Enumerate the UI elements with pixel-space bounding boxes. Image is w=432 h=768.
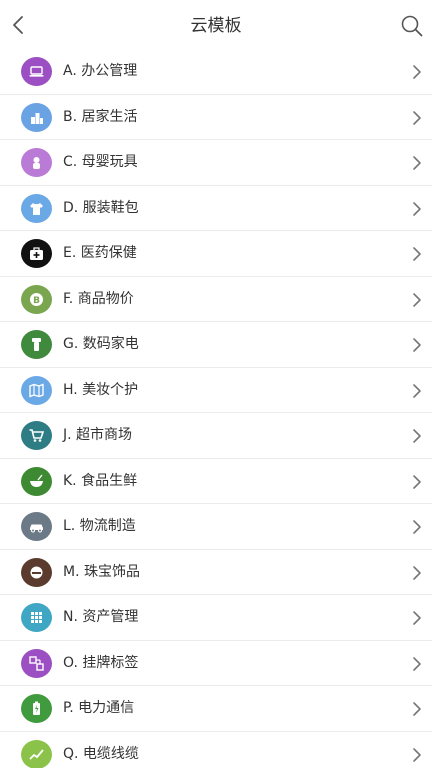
chevron-right-icon: [413, 474, 421, 489]
chevron-right-icon: [413, 383, 421, 398]
app-screen: 云模板 A. 办公管理 B. 居家生活 C. 母婴玩具 D. 服装鞋包 E. 医药保健 B…: [0, 0, 432, 768]
cart-icon: [21, 421, 52, 450]
chevron-right-icon: [413, 292, 421, 307]
chevron-right-icon: [413, 110, 421, 125]
category-list: A. 办公管理 B. 居家生活 C. 母婴玩具 D. 服装鞋包 E. 医药保健 B F. 商…: [0, 49, 432, 768]
tshirt-icon: [21, 193, 52, 223]
category-label: M. 珠宝饰品: [63, 563, 140, 580]
category-item[interactable]: B F. 商品物价: [0, 276, 432, 322]
bitcoin-icon: B: [21, 284, 52, 314]
jewel-icon: [21, 557, 52, 587]
chevron-right-icon: [413, 247, 421, 261]
category-item[interactable]: L. 物流制造: [0, 504, 432, 550]
category-item[interactable]: Q. 电缆线缆: [0, 731, 432, 768]
category-label: A. 办公管理: [63, 63, 138, 79]
medical-kit-icon: [21, 239, 52, 268]
category-item[interactable]: D. 服装鞋包: [0, 185, 432, 231]
category-label: K. 食品生鲜: [63, 472, 138, 489]
flashlight-icon: [21, 330, 52, 359]
chevron-right-icon: [413, 429, 421, 443]
category-item[interactable]: P. 电力通信: [0, 686, 432, 732]
tag-icon: [21, 648, 52, 678]
car-icon: [21, 512, 52, 541]
chevron-right-icon: [413, 156, 421, 170]
category-item[interactable]: M. 珠宝饰品: [0, 549, 432, 595]
baby-icon: [21, 148, 52, 177]
category-label: G. 数码家电: [63, 336, 139, 352]
category-item[interactable]: G. 数码家电: [0, 322, 432, 368]
category-label: L. 物流制造: [63, 518, 136, 534]
laptop-icon: [21, 57, 52, 86]
category-item[interactable]: K. 食品生鲜: [0, 458, 432, 504]
category-label: Q. 电缆线缆: [63, 745, 139, 762]
grid-icon: [21, 603, 52, 632]
category-label: O. 挂牌标签: [63, 654, 139, 671]
category-label: E. 医药保健: [63, 245, 137, 261]
category-item[interactable]: J. 超市商场: [0, 413, 432, 459]
category-item[interactable]: C. 母婴玩具: [0, 140, 432, 186]
buildings-icon: [21, 102, 52, 132]
bowl-icon: [21, 466, 52, 496]
chevron-right-icon: [413, 656, 421, 671]
category-item[interactable]: A. 办公管理: [0, 49, 432, 95]
page-title: 云模板: [190, 16, 242, 36]
svg-text:B: B: [33, 296, 40, 306]
chevron-right-icon: [413, 565, 421, 580]
search-icon[interactable]: [400, 14, 424, 38]
category-label: J. 超市商场: [63, 427, 133, 443]
category-item[interactable]: E. 医药保健: [0, 231, 432, 277]
category-item[interactable]: H. 美妆个护: [0, 367, 432, 413]
category-label: F. 商品物价: [63, 290, 134, 307]
chevron-right-icon: [413, 338, 421, 352]
chevron-right-icon: [413, 611, 421, 625]
map-icon: [21, 375, 52, 405]
category-label: P. 电力通信: [63, 700, 135, 716]
category-item[interactable]: B. 居家生活: [0, 94, 432, 140]
top-bar: 云模板: [0, 0, 432, 50]
chevron-right-icon: [413, 702, 421, 716]
category-label: C. 母婴玩具: [63, 154, 138, 170]
category-item[interactable]: O. 挂牌标签: [0, 640, 432, 686]
category-label: D. 服装鞋包: [63, 199, 139, 216]
category-label: H. 美妆个护: [63, 381, 139, 398]
chevron-right-icon: [413, 201, 421, 216]
category-item[interactable]: N. 资产管理: [0, 595, 432, 641]
category-label: N. 资产管理: [63, 609, 139, 625]
category-label: B. 居家生活: [63, 108, 138, 125]
battery-icon: [21, 694, 52, 723]
chevron-right-icon: [413, 747, 421, 762]
chevron-right-icon: [413, 65, 421, 79]
chevron-right-icon: [413, 520, 421, 534]
trend-icon: [21, 739, 52, 768]
